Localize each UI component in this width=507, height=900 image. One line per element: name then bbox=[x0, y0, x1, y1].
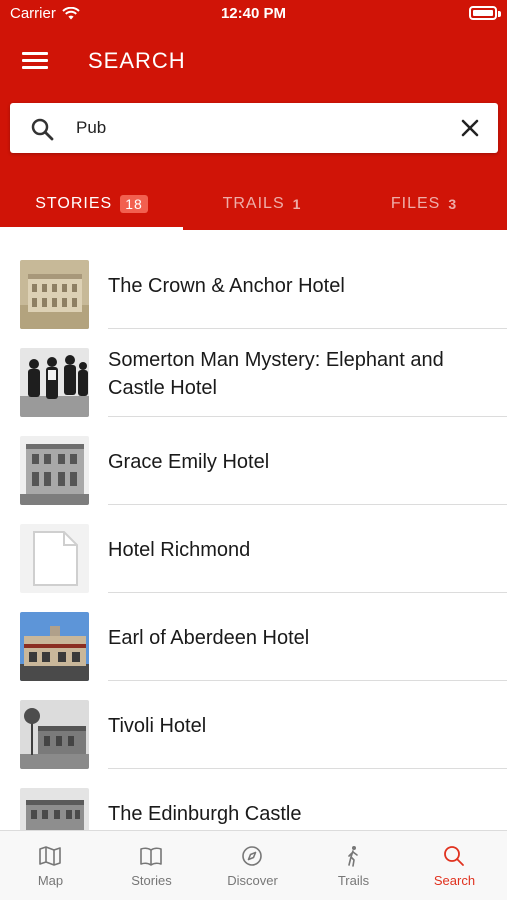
results-list: The Crown & Anchor Hotel Somerton Man My… bbox=[0, 232, 507, 832]
divider bbox=[108, 328, 507, 329]
tab-bar: STORIES 18 TRAILS 1 FILES 3 bbox=[0, 178, 507, 230]
nav-label: Discover bbox=[227, 873, 278, 888]
list-item[interactable]: The Edinburgh Castle bbox=[0, 770, 507, 832]
list-item[interactable]: The Crown & Anchor Hotel bbox=[0, 242, 507, 330]
tab-label: FILES bbox=[390, 195, 441, 212]
list-item[interactable]: Tivoli Hotel bbox=[0, 682, 507, 770]
search-icon bbox=[31, 118, 54, 141]
result-title: The Edinburgh Castle bbox=[108, 803, 302, 825]
nav-label: Stories bbox=[131, 873, 172, 888]
tab-label: STORIES bbox=[35, 195, 113, 212]
divider bbox=[108, 416, 507, 417]
list-item[interactable]: Hotel Richmond bbox=[0, 506, 507, 594]
bottom-nav: Map Stories Discover Trails Search bbox=[0, 830, 507, 900]
result-title: Hotel Richmond bbox=[108, 539, 251, 561]
nav-label: Map bbox=[37, 873, 64, 888]
search-box[interactable] bbox=[10, 103, 498, 153]
thumbnail-image bbox=[20, 260, 89, 329]
thumbnail-image bbox=[20, 612, 89, 681]
active-tab-indicator bbox=[0, 227, 183, 230]
walking-person-icon bbox=[348, 846, 358, 867]
tab-label: TRAILS bbox=[222, 195, 285, 212]
page-title: SEARCH bbox=[88, 48, 186, 73]
nav-trails[interactable]: Trails bbox=[303, 831, 404, 900]
map-icon bbox=[39, 846, 61, 866]
document-placeholder-icon bbox=[20, 524, 89, 593]
divider bbox=[108, 592, 507, 593]
result-title: Somerton Man Mystery: Elephant and Castl… bbox=[108, 349, 444, 399]
divider bbox=[108, 768, 507, 769]
divider bbox=[108, 504, 507, 505]
divider bbox=[108, 680, 507, 681]
list-item[interactable]: Grace Emily Hotel bbox=[0, 418, 507, 506]
tab-stories[interactable]: STORIES 18 bbox=[0, 178, 183, 230]
battery-icon bbox=[469, 6, 497, 20]
result-title: Grace Emily Hotel bbox=[108, 451, 270, 473]
status-bar: Carrier 12:40 PM bbox=[0, 0, 507, 28]
close-icon[interactable] bbox=[460, 118, 480, 138]
result-title: The Crown & Anchor Hotel bbox=[108, 275, 345, 297]
list-item[interactable]: Somerton Man Mystery: Elephant and Castl… bbox=[0, 330, 507, 418]
battery-tip bbox=[498, 11, 501, 17]
tab-files[interactable]: FILES 3 bbox=[341, 178, 507, 230]
nav-stories[interactable]: Stories bbox=[101, 831, 202, 900]
tab-count-badge: 18 bbox=[120, 195, 148, 213]
nav-discover[interactable]: Discover bbox=[202, 831, 303, 900]
tab-trails[interactable]: TRAILS 1 bbox=[183, 178, 341, 230]
search-icon bbox=[444, 846, 464, 866]
hamburger-menu-icon[interactable] bbox=[22, 50, 48, 70]
result-title: Tivoli Hotel bbox=[108, 715, 207, 737]
thumbnail-image bbox=[20, 700, 89, 769]
search-input[interactable] bbox=[76, 113, 446, 143]
nav-map[interactable]: Map bbox=[0, 831, 101, 900]
thumbnail-image bbox=[20, 436, 89, 505]
nav-label: Trails bbox=[337, 873, 370, 888]
book-icon bbox=[140, 847, 162, 866]
nav-search[interactable]: Search bbox=[404, 831, 505, 900]
result-title: Earl of Aberdeen Hotel bbox=[108, 627, 310, 649]
thumbnail-image bbox=[20, 788, 89, 832]
status-time: 12:40 PM bbox=[220, 5, 287, 22]
compass-icon bbox=[242, 846, 262, 866]
tab-count: 3 bbox=[448, 196, 458, 212]
nav-label: Search bbox=[433, 873, 476, 888]
tab-count: 1 bbox=[292, 196, 302, 212]
list-item[interactable]: Earl of Aberdeen Hotel bbox=[0, 594, 507, 682]
thumbnail-image bbox=[20, 348, 89, 417]
